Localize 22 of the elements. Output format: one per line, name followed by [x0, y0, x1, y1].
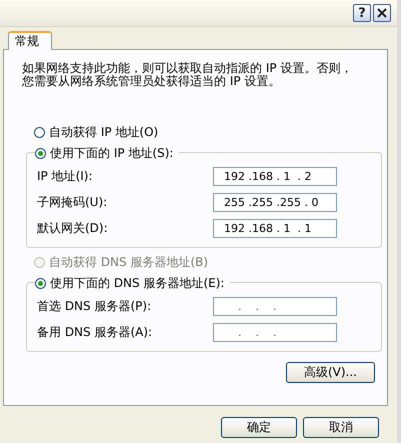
- ip-address-field[interactable]: 255 .255 .255 . 0: [213, 192, 337, 212]
- field-label: 默认网关(D):: [37, 220, 109, 236]
- close-icon: [376, 7, 388, 19]
- radio-button[interactable]: [35, 278, 46, 288]
- ip-address-field[interactable]: . . .: [213, 322, 337, 342]
- advanced-button[interactable]: 高级(V)...: [286, 362, 375, 383]
- description-text: 如果网络支持此功能，则可以获取自动指派的 IP 设置。否则，您需要从网络系统管理员处获得适当的 IP 设置。: [22, 62, 354, 88]
- radio-button[interactable]: [34, 126, 45, 138]
- cancel-button[interactable]: 取消: [303, 417, 379, 438]
- close-button[interactable]: [373, 4, 391, 22]
- field-label: 子网掩码(U):: [37, 194, 108, 210]
- ok-button[interactable]: 确定: [221, 417, 297, 438]
- ip-address-field[interactable]: 192 .168 . 1 . 1: [213, 218, 337, 238]
- radio-button[interactable]: [35, 148, 46, 158]
- field-label: 备用 DNS 服务器(A):: [37, 324, 154, 340]
- field-label: IP 地址(I):: [37, 168, 94, 184]
- help-button[interactable]: ?: [353, 4, 371, 22]
- tab[interactable]: 常规: [8, 31, 52, 50]
- ip-address-field[interactable]: . . .: [213, 296, 337, 316]
- field-label: 首选 DNS 服务器(P):: [37, 298, 152, 314]
- radio-option[interactable]: 自动获得 IP 地址(O): [22, 122, 371, 142]
- ip-address-field[interactable]: 192 .168 . 1 . 2: [213, 166, 337, 186]
